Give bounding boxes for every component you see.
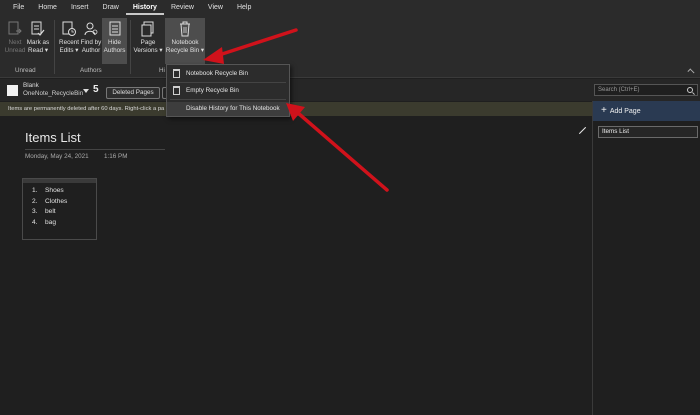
list-item[interactable]: 1. Shoes <box>32 186 96 197</box>
list-item[interactable]: 2. Clothes <box>32 197 96 208</box>
page-list-item[interactable]: Items List <box>598 126 698 138</box>
plus-icon: + <box>601 105 607 116</box>
recent-edits-button[interactable]: Recent Edits ▾ <box>58 18 80 64</box>
list-text: belt <box>45 208 56 215</box>
add-page-label: Add Page <box>609 108 641 115</box>
collapse-ribbon-icon[interactable] <box>687 68 695 76</box>
mark-as-read-label-2: Read ▾ <box>28 46 48 54</box>
menu-item-disable-history[interactable]: Disable History for This Notebook <box>167 102 289 116</box>
menu-bar: File Home Insert Draw History Review Vie… <box>0 0 700 16</box>
hide-authors-label-2: Authors <box>103 46 126 54</box>
list-text: Shoes <box>45 187 64 194</box>
page-time: 1:16 PM <box>104 153 128 160</box>
recycle-bin-dropdown: Notebook Recycle Bin Empty Recycle Bin D… <box>166 64 290 117</box>
menu-item-label: Empty Recycle Bin <box>186 87 239 94</box>
recycle-bin-label-2: Recycle Bin ▾ <box>165 46 205 54</box>
tab-file[interactable]: File <box>6 1 31 15</box>
find-by-author-label-2: Author <box>81 46 101 54</box>
chevron-down-icon[interactable] <box>83 89 89 93</box>
tab-draw[interactable]: Draw <box>95 1 125 15</box>
page-clock-icon <box>62 21 76 36</box>
recent-edits-label-2: Edits ▾ <box>59 46 79 54</box>
notebook-name: Blank <box>23 82 39 89</box>
expand-icon[interactable] <box>578 126 586 134</box>
tab-review[interactable]: Review <box>164 1 201 15</box>
find-by-author-button[interactable]: Find by Author <box>80 18 102 64</box>
list-number: 4. <box>32 218 38 226</box>
info-bar: Items are permanently deleted after 60 d… <box>0 102 592 116</box>
group-separator <box>54 20 55 74</box>
group-label-history: Hi <box>159 67 165 74</box>
hide-authors-label-1: Hide <box>108 39 121 46</box>
menu-separator <box>170 99 286 100</box>
page-versions-button[interactable]: Page Versions ▾ <box>133 18 163 64</box>
title-underline <box>25 149 165 150</box>
deleted-count: 5 <box>93 84 99 95</box>
tab-insert[interactable]: Insert <box>64 1 96 15</box>
notebook-recycle-bin-button[interactable]: Notebook Recycle Bin ▾ <box>165 18 205 64</box>
page-versions-label-1: Page <box>140 39 156 46</box>
next-unread-label-2: Unread <box>4 46 26 54</box>
list-text: bag <box>45 218 57 226</box>
section-name: OneNote_RecycleBin <box>23 90 84 97</box>
menu-item-label: Disable History for This Notebook <box>186 105 280 112</box>
items-list: 1. Shoes 2. Clothes 3. belt 4. bag <box>23 183 96 228</box>
list-item[interactable]: 4. bag <box>32 218 96 229</box>
ribbon: Next Unread Mark as Read ▾ Unread Recent… <box>0 16 700 78</box>
page-check-icon <box>31 21 45 36</box>
page-arrow-icon <box>8 21 22 35</box>
tab-home[interactable]: Home <box>31 1 64 15</box>
notebook-selector[interactable]: Blank OneNote_RecycleBin <box>23 82 83 98</box>
menu-separator <box>170 82 286 83</box>
menu-item-notebook-recycle-bin[interactable]: Notebook Recycle Bin <box>167 67 289 81</box>
notebook-icon <box>7 85 18 96</box>
tab-deleted-pages[interactable]: Deleted Pages <box>106 87 160 99</box>
tab-help[interactable]: Help <box>230 1 258 15</box>
next-unread-label-1: Next <box>8 39 22 46</box>
person-search-icon <box>84 22 98 36</box>
search-icon[interactable] <box>687 87 693 93</box>
page-date: Monday, May 24, 2021 <box>25 153 89 160</box>
search-input[interactable]: Search (Ctrl+E) <box>594 84 698 96</box>
tab-history[interactable]: History <box>125 1 164 15</box>
list-item[interactable]: 3. belt <box>32 207 96 218</box>
page-list-panel: + Add Page Items List <box>592 101 700 415</box>
notebook-bar: Blank OneNote_RecycleBin 5 Deleted Pages… <box>0 79 700 101</box>
search-placeholder: Search (Ctrl+E) <box>598 87 640 93</box>
note-container[interactable]: 1. Shoes 2. Clothes 3. belt 4. bag <box>22 178 97 240</box>
page-versions-label-2: Versions ▾ <box>133 46 163 54</box>
group-label-unread: Unread <box>15 67 36 74</box>
hide-authors-button[interactable]: Hide Authors <box>102 18 127 64</box>
mark-as-read-button[interactable]: Mark as Read ▾ <box>26 18 50 64</box>
trash-icon <box>180 21 190 37</box>
list-number: 3. <box>32 208 38 215</box>
group-label-authors: Authors <box>80 67 102 74</box>
recycle-bin-label-1: Notebook <box>171 39 199 46</box>
menu-item-label: Notebook Recycle Bin <box>186 70 248 77</box>
group-separator <box>130 20 131 74</box>
next-unread-button[interactable]: Next Unread <box>4 18 26 64</box>
menu-item-empty-recycle-bin[interactable]: Empty Recycle Bin <box>167 84 289 98</box>
list-number: 2. <box>32 197 38 205</box>
page-canvas[interactable]: Items List Monday, May 24, 2021 1:16 PM … <box>0 116 592 415</box>
page-title[interactable]: Items List <box>25 130 81 145</box>
find-by-author-label-1: Find by <box>80 39 102 46</box>
recent-edits-label-1: Recent <box>59 39 79 46</box>
page-versions-icon <box>141 21 154 37</box>
list-number: 1. <box>32 187 38 194</box>
trash-icon <box>173 69 180 78</box>
mark-as-read-label-1: Mark as <box>26 39 50 46</box>
trash-icon <box>173 86 180 95</box>
add-page-button[interactable]: + Add Page <box>593 101 700 121</box>
tab-view[interactable]: View <box>201 1 230 15</box>
list-text: Clothes <box>45 197 68 205</box>
page-person-icon <box>109 21 120 36</box>
